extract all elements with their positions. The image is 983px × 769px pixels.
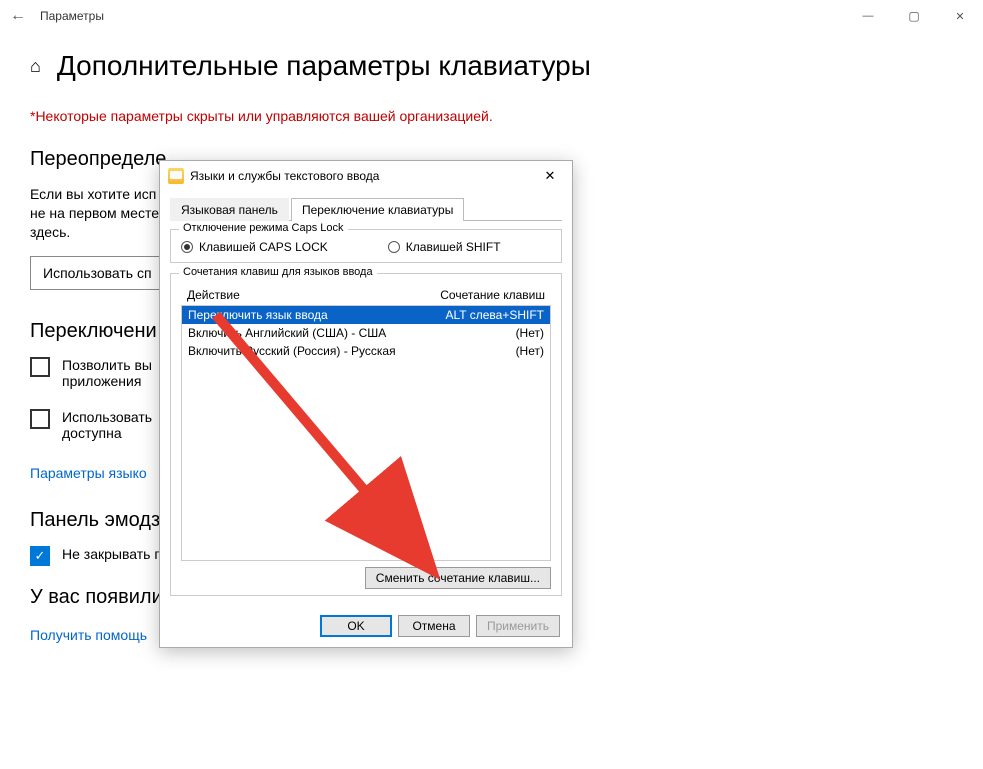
tab-language-bar[interactable]: Языковая панель: [170, 198, 289, 221]
checkbox-icon: [30, 357, 50, 377]
window-titlebar: ← Параметры: [0, 0, 983, 32]
dialog-titlebar: Языки и службы текстового ввода ✕: [160, 161, 572, 191]
list-item[interactable]: Переключить язык ввода ALT слева+SHIFT: [182, 306, 550, 324]
dialog-footer: OK Отмена Применить: [320, 615, 560, 637]
radio-label: Клавишей SHIFT: [406, 240, 501, 254]
close-button[interactable]: [937, 0, 983, 32]
change-hotkey-button[interactable]: Сменить сочетание клавиш...: [365, 567, 551, 589]
col-keys: Сочетание клавиш: [440, 288, 545, 302]
cancel-button[interactable]: Отмена: [398, 615, 470, 637]
window-controls: [845, 0, 983, 32]
tab-keyboard-switching[interactable]: Переключение клавиатуры: [291, 198, 464, 221]
radio-icon: [388, 241, 400, 253]
minimize-button[interactable]: [845, 0, 891, 32]
hotkey-list[interactable]: Переключить язык ввода ALT слева+SHIFT В…: [181, 305, 551, 561]
cell-keys: (Нет): [516, 344, 544, 358]
apply-button[interactable]: Применить: [476, 615, 560, 637]
col-action: Действие: [187, 288, 240, 302]
policy-warning: *Некоторые параметры скрыты или управляю…: [30, 108, 953, 124]
checkbox-icon: [30, 546, 50, 566]
window-title: Параметры: [40, 9, 104, 23]
radio-icon: [181, 241, 193, 253]
group-label: Отключение режима Caps Lock: [179, 222, 348, 234]
cell-action: Включить Английский (США) - США: [188, 326, 386, 340]
checkbox-label: Позволить вы приложения: [62, 357, 152, 389]
cell-keys: ALT слева+SHIFT: [446, 308, 545, 322]
radio-capslock-shift[interactable]: Клавишей SHIFT: [388, 240, 501, 254]
language-bar-options-link[interactable]: Параметры языко: [30, 465, 147, 481]
cell-action: Включить Русский (Россия) - Русская: [188, 344, 396, 358]
dialog-close-button[interactable]: ✕: [536, 168, 564, 184]
get-help-link[interactable]: Получить помощь: [30, 627, 147, 643]
radio-label: Клавишей CAPS LOCK: [199, 240, 328, 254]
dialog-tabs: Языковая панель Переключение клавиатуры: [170, 197, 562, 221]
home-icon[interactable]: ⌂: [30, 56, 41, 77]
checkbox-icon: [30, 409, 50, 429]
text-services-dialog: Языки и службы текстового ввода ✕ Языков…: [159, 160, 573, 648]
list-item[interactable]: Включить Русский (Россия) - Русская (Нет…: [182, 342, 550, 360]
page-heading: Дополнительные параметры клавиатуры: [57, 50, 591, 82]
capslock-group: Отключение режима Caps Lock Клавишей CAP…: [170, 229, 562, 263]
hotkeys-group: Сочетания клавиш для языков ввода Действ…: [170, 273, 562, 596]
list-header: Действие Сочетание клавиш: [181, 284, 551, 305]
keyboard-icon: [168, 168, 184, 184]
back-icon[interactable]: ←: [10, 7, 40, 25]
group-label: Сочетания клавиш для языков ввода: [179, 266, 377, 278]
maximize-button[interactable]: [891, 0, 937, 32]
cell-action: Переключить язык ввода: [188, 308, 328, 322]
radio-capslock-caps[interactable]: Клавишей CAPS LOCK: [181, 240, 328, 254]
heading-row: ⌂ Дополнительные параметры клавиатуры: [30, 50, 953, 82]
list-item[interactable]: Включить Английский (США) - США (Нет): [182, 324, 550, 342]
cell-keys: (Нет): [516, 326, 544, 340]
ok-button[interactable]: OK: [320, 615, 392, 637]
checkbox-label: Использовать доступна: [62, 409, 152, 441]
dialog-body: Языковая панель Переключение клавиатуры …: [160, 191, 572, 616]
dialog-title: Языки и службы текстового ввода: [190, 169, 379, 183]
override-language-button[interactable]: Использовать сп: [30, 256, 165, 290]
